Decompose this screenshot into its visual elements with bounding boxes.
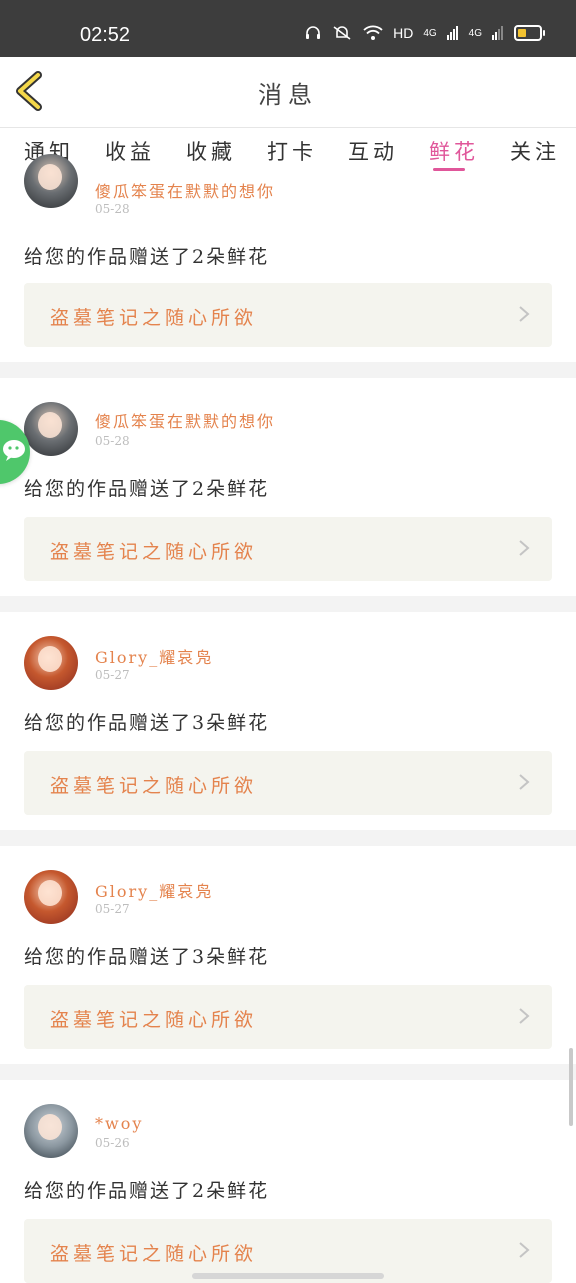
signal-icon-1 <box>446 26 458 40</box>
divider <box>0 596 576 612</box>
chevron-right-icon <box>519 774 530 790</box>
date: 05-27 <box>95 902 130 916</box>
date: 05-27 <box>95 668 130 682</box>
tab-favorites[interactable]: 收藏 <box>186 136 236 166</box>
list-item: Glory_耀哀凫 05-27 给您的作品赠送了3朵鲜花 盗墓笔记之随心所欲 <box>0 612 576 830</box>
list-item: 傻瓜笨蛋在默默的想你 05-28 给您的作品赠送了2朵鲜花 盗墓笔记之随心所欲 <box>0 378 576 596</box>
network-4g-label-2: 4G <box>468 27 482 39</box>
chevron-right-icon <box>519 1008 530 1024</box>
username[interactable]: Glory_耀哀凫 <box>95 878 213 902</box>
scrollbar[interactable] <box>569 1048 573 1126</box>
divider <box>0 1064 576 1080</box>
page-title: 消息 <box>258 81 318 109</box>
list-item: Glory_耀哀凫 05-27 给您的作品赠送了3朵鲜花 盗墓笔记之随心所欲 <box>0 846 576 1064</box>
silent-bell-icon <box>333 26 351 40</box>
tab-flowers[interactable]: 鲜花 <box>429 136 479 166</box>
username[interactable]: 傻瓜笨蛋在默默的想你 <box>95 178 275 202</box>
work-link[interactable]: 盗墓笔记之随心所欲 <box>24 517 552 581</box>
date: 05-26 <box>95 1136 130 1150</box>
message-text: 给您的作品赠送了2朵鲜花 <box>24 478 270 500</box>
avatar[interactable] <box>24 154 78 208</box>
list-item: *woy 05-26 给您的作品赠送了2朵鲜花 盗墓笔记之随心所欲 <box>0 1080 576 1283</box>
work-link[interactable]: 盗墓笔记之随心所欲 <box>24 283 552 347</box>
avatar[interactable] <box>24 870 78 924</box>
work-title: 盗墓笔记之随心所欲 <box>50 307 258 329</box>
signal-icon-2 <box>492 26 503 40</box>
list-item: 傻瓜笨蛋在默默的想你 05-28 给您的作品赠送了2朵鲜花 盗墓笔记之随心所欲 <box>0 154 576 362</box>
chevron-right-icon <box>519 1242 530 1258</box>
message-text: 给您的作品赠送了2朵鲜花 <box>24 1180 270 1202</box>
work-title: 盗墓笔记之随心所欲 <box>50 775 258 797</box>
tab-interactions[interactable]: 互动 <box>348 136 398 166</box>
work-title: 盗墓笔记之随心所欲 <box>50 541 258 563</box>
message-text: 给您的作品赠送了2朵鲜花 <box>24 246 270 268</box>
message-text: 给您的作品赠送了3朵鲜花 <box>24 946 270 968</box>
active-tab-indicator <box>433 168 465 171</box>
message-text: 给您的作品赠送了3朵鲜花 <box>24 712 270 734</box>
tab-checkin[interactable]: 打卡 <box>267 136 317 166</box>
divider <box>0 362 576 378</box>
network-4g-label-1: 4G <box>423 27 437 39</box>
chevron-right-icon <box>519 540 530 556</box>
tab-bar: 通知 收益 收藏 打卡 互动 鲜花 关注 <box>0 128 576 176</box>
work-title: 盗墓笔记之随心所欲 <box>50 1009 258 1031</box>
tab-following[interactable]: 关注 <box>510 136 560 166</box>
avatar[interactable] <box>24 1104 78 1158</box>
header: 消息 <box>0 57 576 128</box>
work-title: 盗墓笔记之随心所欲 <box>50 1243 258 1265</box>
status-icons: HD 4G 4G <box>305 25 545 41</box>
username[interactable]: 傻瓜笨蛋在默默的想你 <box>95 408 275 432</box>
work-link[interactable]: 盗墓笔记之随心所欲 <box>24 751 552 815</box>
battery-icon <box>514 25 545 41</box>
status-bar: 02:52 HD 4G 4G <box>0 0 576 57</box>
work-link[interactable]: 盗墓笔记之随心所欲 <box>24 985 552 1049</box>
hd-label: HD <box>393 25 414 41</box>
home-indicator[interactable] <box>192 1273 384 1279</box>
wifi-icon <box>363 25 383 40</box>
username[interactable]: *woy <box>95 1114 143 1133</box>
headset-icon <box>306 26 321 39</box>
date: 05-28 <box>95 434 130 448</box>
avatar[interactable] <box>24 402 78 456</box>
status-time: 02:52 <box>80 24 131 46</box>
username[interactable]: Glory_耀哀凫 <box>95 644 213 668</box>
tab-earnings[interactable]: 收益 <box>105 136 155 166</box>
date: 05-28 <box>95 202 130 216</box>
wechat-icon <box>3 440 25 461</box>
chevron-right-icon <box>519 306 530 322</box>
divider <box>0 830 576 846</box>
avatar[interactable] <box>24 636 78 690</box>
